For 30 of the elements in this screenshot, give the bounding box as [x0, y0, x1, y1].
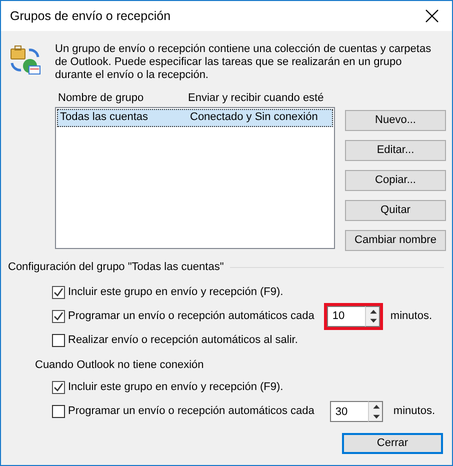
action-button[interactable]: Nuevo... — [345, 110, 446, 131]
section-title: Cuando Outlook no tiene conexión — [34, 358, 205, 372]
checkbox-label: Realizar envío o recepción automáticos al salir. — [68, 334, 298, 346]
number-field[interactable]: 30 — [330, 401, 368, 422]
group-list[interactable]: Todas las cuentas Conectado y Sin conexión — [55, 106, 335, 249]
checkbox-label: Incluir este grupo en envío y recepción (F9). — [68, 381, 284, 394]
description-text: Un grupo de envío o recepción contiene una colección de cuentas y carpetas de Outlook. Puede especificar las tareas que se realizarán en un grupo durante el envío o la recepción. — [55, 42, 432, 82]
checkbox-label: Programar un envío o recepción automáticos cada — [68, 405, 314, 418]
unit-label: minutos. — [390, 310, 432, 322]
action-button[interactable]: Quitar — [345, 200, 446, 221]
close-dialog-button[interactable]: Cerrar — [342, 433, 443, 454]
checkbox-label: Incluir este grupo en envío y recepción (F9). — [68, 286, 284, 298]
checkbox[interactable] — [52, 405, 65, 418]
column-header: Enviar y recibir cuando esté — [188, 92, 324, 105]
checkbox[interactable] — [52, 310, 65, 323]
checkbox-label: Programar un envío o recepción automáticos cada — [68, 310, 314, 322]
column-header: Nombre de grupo — [57, 92, 145, 105]
group-title: Configuración del grupo "Todas las cuentas" — [8, 261, 224, 274]
window-title: Grupos de envío o recepción — [10, 8, 171, 24]
checkbox[interactable] — [52, 334, 65, 347]
action-button[interactable]: Cambiar nombre — [345, 230, 446, 251]
checkbox[interactable] — [52, 286, 65, 299]
action-button[interactable]: Copiar... — [345, 170, 446, 191]
send-receive-icon — [9, 44, 41, 76]
checkbox[interactable] — [52, 381, 65, 394]
close-icon — [425, 9, 439, 23]
unit-label: minutos. — [393, 405, 435, 418]
action-button[interactable]: Editar... — [345, 140, 446, 161]
number-field[interactable]: 10 — [327, 306, 366, 327]
list-row[interactable]: Todas las cuentas Conectado y Sin conexión — [57, 108, 333, 127]
